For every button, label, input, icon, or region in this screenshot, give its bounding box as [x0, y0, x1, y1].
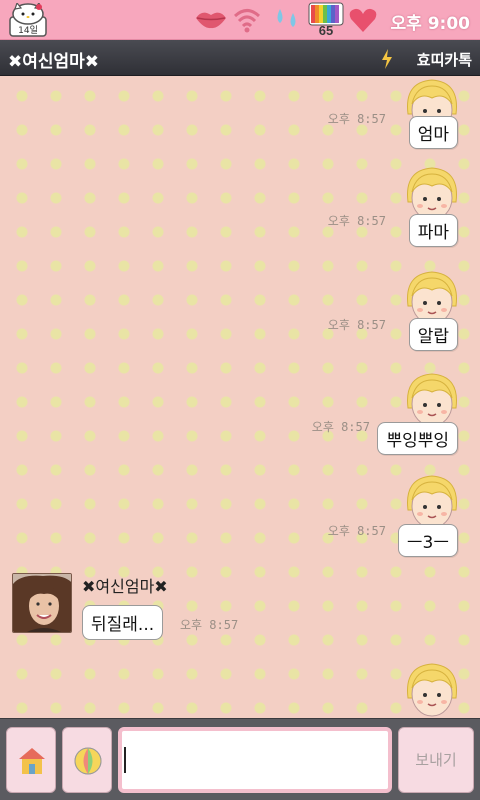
message-time: 오후 8:57: [180, 618, 239, 632]
message-time: 오후 8:57: [327, 524, 386, 538]
friend-avatar[interactable]: [12, 573, 72, 633]
message-row: 오후 8:57 뿌잉뿌잉: [0, 368, 480, 460]
message-bubble[interactable]: ㅡ3ㅡ: [397, 524, 458, 557]
ball-icon: [74, 747, 102, 775]
app-label: 효띠카톡: [416, 51, 472, 69]
emoticon-button[interactable]: [62, 727, 112, 793]
battery-level: 65: [318, 23, 334, 38]
message-row: 오후 8:57 알랍: [0, 266, 480, 356]
message-row: 오후 8:57 엄마: [0, 76, 480, 156]
friend-name: ✖여신엄마✖: [82, 577, 168, 596]
clock: 오후 9:00: [390, 14, 470, 34]
message-bubble[interactable]: 알랍: [408, 318, 458, 351]
chat-message-list[interactable]: 오후 8:57 엄마 오후 8:57 파마 오후 8:57 알랍 오후 8:57…: [0, 76, 480, 718]
attach-button[interactable]: [6, 727, 56, 793]
message-input[interactable]: [118, 727, 392, 793]
message-row: 오후 8:57 ㅡ3ㅡ: [0, 470, 480, 562]
chat-title-bar: ✖여신엄마✖ 효띠카톡: [0, 40, 480, 76]
message-row: 오후 8:57 파마: [0, 162, 480, 252]
message-time: 오후 8:57: [327, 214, 386, 228]
message-bubble[interactable]: 뒤질래...: [82, 605, 164, 640]
message-bubble[interactable]: 엄마: [408, 116, 458, 149]
heart-icon: [349, 8, 377, 32]
signal-drops-icon: [277, 9, 296, 27]
lightning-icon: [382, 49, 392, 69]
send-button[interactable]: 보내기: [398, 727, 474, 793]
message-time: 오후 8:57: [311, 420, 370, 434]
input-bar: 보내기: [0, 718, 480, 800]
hello-kitty-calendar-icon: 14일: [9, 3, 47, 37]
chat-title: ✖여신엄마✖: [8, 52, 100, 72]
message-bubble[interactable]: 뿌잉뿌잉: [377, 422, 458, 455]
character-avatar-icon: [402, 658, 462, 718]
date-badge: 14일: [18, 25, 38, 36]
battery-icon: 65: [306, 2, 346, 38]
status-bar: 14일 65 오후 9:00: [0, 0, 480, 40]
text-cursor: [124, 747, 126, 773]
message-time: 오후 8:57: [327, 112, 386, 126]
wifi-icon: [233, 9, 261, 33]
lips-icon: [196, 12, 226, 29]
message-time: 오후 8:57: [327, 318, 386, 332]
house-icon: [19, 748, 45, 774]
message-bubble[interactable]: 파마: [408, 214, 458, 247]
